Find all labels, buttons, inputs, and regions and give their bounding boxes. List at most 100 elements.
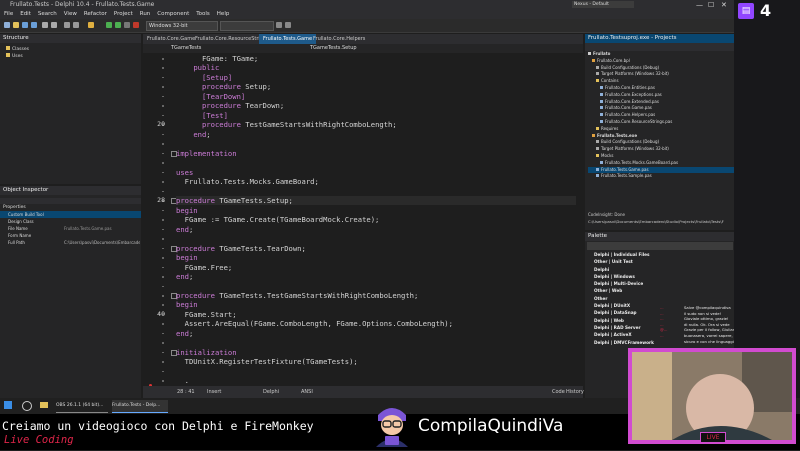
minimize-button[interactable]: —	[696, 0, 703, 10]
layout-select[interactable]: Nexus - Default	[572, 1, 634, 8]
project-tree-item[interactable]: Frullato.Core.Extended.pas	[588, 99, 735, 106]
run-icon[interactable]	[106, 22, 112, 28]
project-tree-item[interactable]: Frullato.Core.ResourceStrings.pas	[588, 119, 735, 126]
code-line[interactable]: end;	[176, 272, 193, 281]
palette-category[interactable]: Delphi | Individual Files	[594, 251, 735, 258]
file-explorer-icon[interactable]	[40, 402, 48, 408]
code-line[interactable]: end;	[176, 329, 193, 338]
step-icon[interactable]	[276, 22, 282, 28]
taskbar-item-delphi[interactable]: Frullato.Tests - Delp...	[112, 400, 168, 413]
project-tree-item[interactable]: Build Configurations (Debug)	[588, 65, 735, 72]
inspector-row[interactable]: Custom Build Tool	[0, 211, 141, 218]
palette-category[interactable]: Delphi | Windows	[594, 273, 735, 280]
code-line[interactable]: [TearDown]	[176, 92, 245, 101]
windows-start-icon[interactable]	[4, 401, 12, 409]
tab-properties[interactable]: Properties	[0, 204, 141, 211]
code-line[interactable]: Assert.AreEqual(FGame.ComboLength, FGame…	[176, 319, 453, 328]
open-icon[interactable]	[13, 22, 19, 28]
trace-icon[interactable]	[285, 22, 291, 28]
project-tree-item[interactable]: Frullato.Tests.Sample.pas	[588, 173, 735, 180]
code-line[interactable]: implementation	[176, 149, 237, 158]
code-line[interactable]: procedure Setup;	[176, 82, 271, 91]
palette-search-input[interactable]	[587, 242, 733, 250]
code-line[interactable]: public	[176, 63, 219, 72]
project-tree-item[interactable]: Frullato.Core.Exceptions.pas	[588, 92, 735, 99]
inspector-row[interactable]: Form Name	[0, 232, 141, 239]
code-line[interactable]: initialization	[176, 348, 237, 357]
palette-category[interactable]: Other	[594, 295, 735, 302]
project-tree-item[interactable]: Target Platforms (Windows 32-bit)	[588, 146, 735, 153]
code-line[interactable]: procedure TGameTests.TestGameStartsWithR…	[176, 291, 418, 300]
inspector-row[interactable]: Full Path C:\Users\pasvi\Documents\Embarc…	[0, 239, 141, 246]
open-project-icon[interactable]	[64, 22, 70, 28]
project-tree-item[interactable]: Frullato.Tests.Mocks.GameBoard.pas	[588, 160, 735, 167]
code-line[interactable]: procedure TestGameStartsWithRightComboLe…	[176, 120, 397, 129]
save-all-icon[interactable]	[31, 22, 37, 28]
menu-run[interactable]: Run	[140, 11, 151, 17]
code-line[interactable]: FGame := TGame.Create(TGameBoardMock.Cre…	[176, 215, 380, 224]
tab-tests-game[interactable]: Frullato.Tests.Game	[259, 34, 317, 44]
maximize-button[interactable]: ☐	[708, 0, 714, 10]
code-line[interactable]: procedure TearDown;	[176, 101, 284, 110]
code-line[interactable]: end;	[176, 130, 210, 139]
new-icon[interactable]	[4, 22, 10, 28]
menu-file[interactable]: File	[4, 11, 13, 17]
structure-item-uses[interactable]: Uses	[6, 53, 141, 60]
inspector-row[interactable]: File Name Frullato.Tests.Game.pas	[0, 225, 141, 232]
code-line[interactable]: FGame.Start;	[176, 310, 237, 319]
method-selector[interactable]: TGameTests.Setup	[310, 44, 357, 53]
project-tree-item[interactable]: Frullato.Core.Entities.pas	[588, 85, 735, 92]
project-tree-item[interactable]: Frullato.Tests.exe	[588, 133, 735, 140]
search-icon[interactable]	[22, 401, 32, 411]
menu-project[interactable]: Project	[114, 11, 133, 17]
palette-category[interactable]: Delphi	[594, 266, 735, 273]
code-line[interactable]: Frullato.Tests.Mocks.GameBoard;	[176, 177, 319, 186]
project-tree-item[interactable]: Frullato.Core.Helpers.pas	[588, 112, 735, 119]
code-area[interactable]: FGame: TGame; public [Setup] procedure S…	[143, 53, 583, 385]
menu-help[interactable]: Help	[217, 11, 230, 17]
code-line[interactable]: procedure TGameTests.TearDown;	[176, 244, 306, 253]
palette-category[interactable]: Other | Web	[594, 287, 735, 294]
code-line[interactable]: TDUnitX.RegisterTestFixture(TGameTests);	[176, 357, 358, 366]
code-line[interactable]: end;	[176, 225, 193, 234]
inspector-row[interactable]: Design Class	[0, 218, 141, 225]
code-line[interactable]: [Setup]	[176, 73, 232, 82]
menu-edit[interactable]: Edit	[20, 11, 31, 17]
tab-core-helpers[interactable]: Frullato.Core.Helpers	[309, 34, 369, 44]
menu-view[interactable]: View	[64, 11, 77, 17]
code-line[interactable]: FGame.Free;	[176, 263, 233, 272]
stop-icon[interactable]	[133, 22, 139, 28]
code-line[interactable]: FGame: TGame;	[176, 54, 258, 63]
device-select[interactable]	[220, 21, 274, 31]
code-line[interactable]: begin	[176, 300, 198, 309]
project-tree-item[interactable]: Frullato.Core.Game.pas	[588, 105, 735, 112]
undo-icon[interactable]	[42, 22, 48, 28]
project-tree-item[interactable]: Requires	[588, 126, 735, 133]
save-icon[interactable]	[22, 22, 28, 28]
project-tree-item[interactable]: Build Configurations (Debug)	[588, 139, 735, 146]
code-view-tab[interactable]: Code	[552, 386, 565, 398]
close-button[interactable]: ✕	[721, 0, 727, 10]
run-without-debug-icon[interactable]	[115, 22, 121, 28]
structure-item-classes[interactable]: Classes	[6, 46, 141, 53]
menu-refactor[interactable]: Refactor	[84, 11, 107, 17]
code-line[interactable]: procedure TGameTests.Setup;	[176, 196, 576, 206]
project-tree-item[interactable]: Frullato.Tests.Game.pas	[588, 166, 735, 174]
build-icon[interactable]	[88, 22, 94, 28]
taskbar-item-obs[interactable]: OBS 26.1.1 (64 bit)...	[56, 400, 108, 413]
menu-component[interactable]: Component	[157, 11, 189, 17]
palette-category[interactable]: Other | Unit Test	[594, 258, 735, 265]
project-tree-item[interactable]: Mocks	[588, 153, 735, 160]
code-line[interactable]: begin	[176, 253, 198, 262]
project-tree-item[interactable]: Target Platforms (Windows 32-bit)	[588, 71, 735, 78]
project-tree-item[interactable]: Frullato	[588, 51, 735, 58]
menu-tools[interactable]: Tools	[196, 11, 210, 17]
palette-category[interactable]: Delphi | Multi-Device	[594, 280, 735, 287]
redo-icon[interactable]	[51, 22, 57, 28]
class-selector[interactable]: TGameTests	[171, 44, 201, 53]
project-tree-item[interactable]: Frullato.Core.bpl	[588, 58, 735, 65]
menu-search[interactable]: Search	[38, 11, 57, 17]
code-line[interactable]: uses	[176, 168, 193, 177]
project-tree-item[interactable]: Contains	[588, 78, 735, 85]
code-line[interactable]: .	[176, 376, 189, 385]
